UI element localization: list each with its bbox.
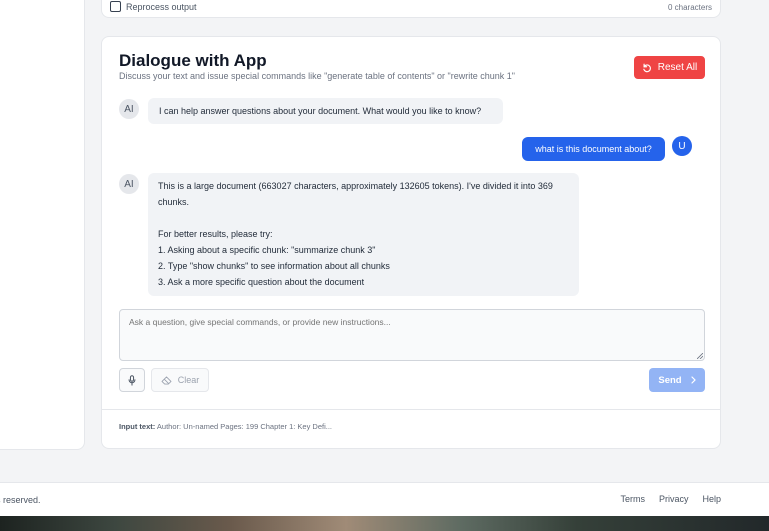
eraser-icon [161,375,172,385]
input-text-label: Input text: [119,422,156,431]
microphone-icon [128,374,136,386]
input-text-summary: Input text: Author: Un-named Pages: 199 … [119,422,332,431]
character-count: 0 characters [667,3,712,12]
microphone-button[interactable] [119,368,145,392]
user-avatar: U [672,136,692,156]
clear-label: Clear [177,375,200,385]
privacy-link[interactable]: Privacy [659,494,689,504]
ai-message: I can help answer questions about your d… [148,98,503,124]
reprocess-option[interactable]: Reprocess output [110,1,197,12]
divider [102,409,720,410]
desktop-background [0,516,769,531]
message-text: I can help answer questions about your d… [159,106,482,116]
reprocess-label: Reprocess output [126,1,197,12]
reset-all-label: Reset All [657,62,698,73]
user-message: what is this document about? [522,137,665,161]
terms-link[interactable]: Terms [620,494,645,504]
dialogue-title: Dialogue with App [119,51,267,70]
resize-grip-icon[interactable] [697,353,703,359]
ai-message: This is a large document (663027 charact… [148,173,579,296]
dialogue-card: Dialogue with App Discuss your text and … [101,36,721,449]
reset-icon [643,63,651,72]
footer: s reserved. Terms Privacy Help [0,482,769,516]
reset-all-button[interactable]: Reset All [634,56,705,79]
footer-links: Terms Privacy Help [620,494,721,504]
clear-button[interactable]: Clear [151,368,209,392]
help-link[interactable]: Help [702,494,721,504]
left-panel [0,0,85,450]
ai-avatar: AI [119,174,139,194]
reprocess-checkbox[interactable] [110,1,121,12]
message-text: This is a large document (663027 charact… [158,181,553,287]
copyright-text: s reserved. [0,495,41,505]
send-label: Send [658,374,682,386]
ai-avatar: AI [119,99,139,119]
input-text-value: Author: Un-named Pages: 199 Chapter 1: K… [156,422,333,431]
message-text: what is this document about? [535,144,652,154]
dialogue-subtitle: Discuss your text and issue special comm… [119,71,515,81]
send-button[interactable]: Send [649,368,705,392]
chevron-right-icon [691,376,696,384]
output-card: Reprocess output 0 characters [101,0,721,18]
chat-input[interactable] [119,309,705,361]
